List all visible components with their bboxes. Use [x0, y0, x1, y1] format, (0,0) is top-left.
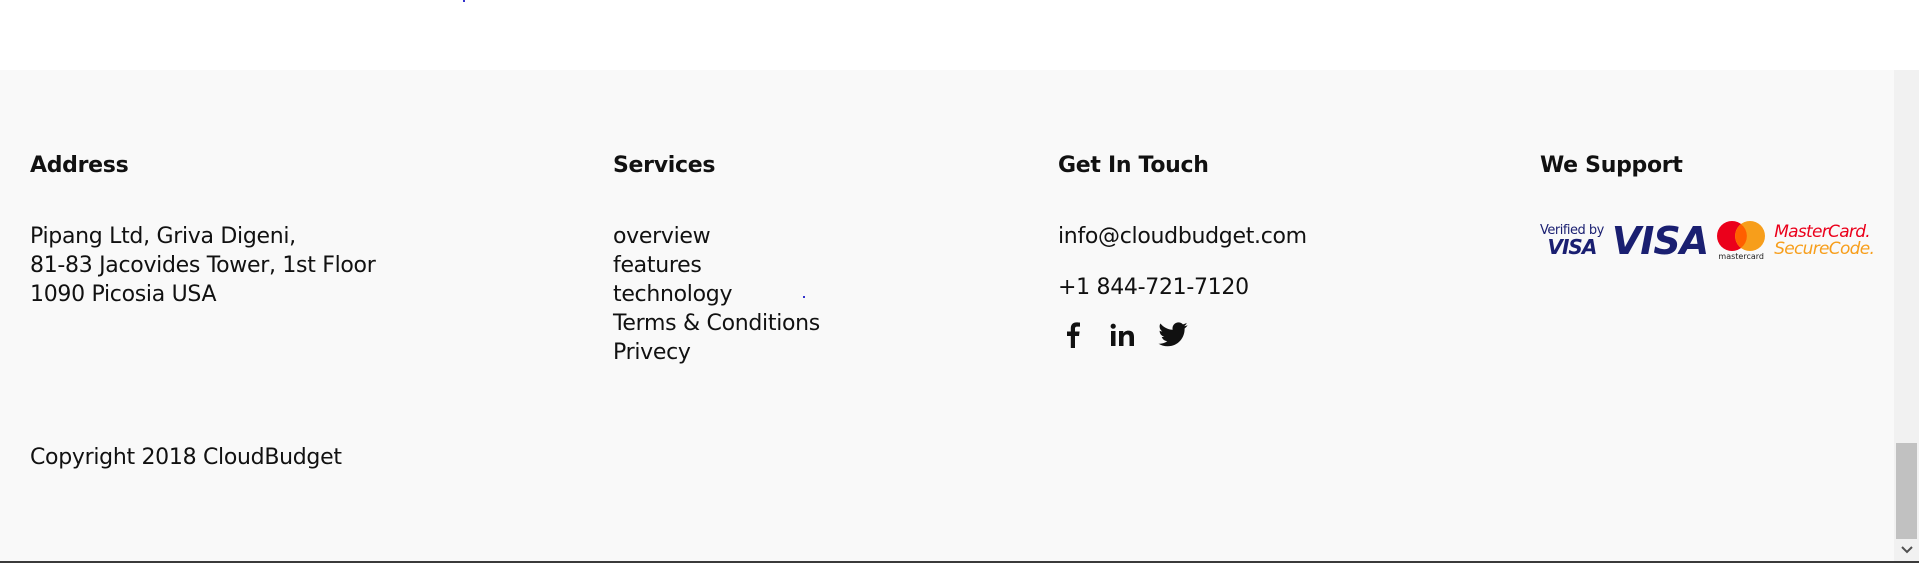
mastercard-circles-icon	[1717, 221, 1766, 251]
mastercard-logo: mastercard	[1716, 220, 1766, 261]
support-heading: We Support	[1540, 153, 1683, 178]
contact-heading: Get In Touch	[1058, 153, 1209, 178]
twitter-icon[interactable]	[1158, 320, 1188, 350]
contact-phone-link[interactable]: +1 844-721-7120	[1058, 273, 1307, 302]
services-link-terms[interactable]: Terms & Conditions	[613, 309, 820, 338]
address-lines: Pipang Ltd, Griva Digeni, 81-83 Jacovide…	[30, 222, 376, 309]
site-footer	[0, 70, 1894, 561]
page-scrollbar[interactable]	[1894, 70, 1919, 561]
mastercard-securecode-logo: MasterCard. SecureCode.	[1774, 221, 1875, 259]
verified-by-visa-logo: Verified by VISA	[1540, 223, 1604, 259]
services-heading: Services	[613, 153, 716, 178]
footer-services-column: Services overview features technology Te…	[613, 152, 820, 367]
address-line: 81-83 Jacovides Tower, 1st Floor	[30, 253, 376, 278]
address-line: Pipang Ltd, Griva Digeni,	[30, 224, 296, 249]
footer-contact-column: Get In Touch info@cloudbudget.com +1 844…	[1058, 152, 1307, 350]
copyright-text: Copyright 2018 CloudBudget	[30, 445, 342, 470]
page-top-area	[0, 0, 1919, 70]
stray-dot	[463, 0, 465, 2]
address-line: 1090 Picosia USA	[30, 282, 217, 307]
address-heading: Address	[30, 153, 129, 178]
facebook-icon[interactable]	[1058, 320, 1088, 350]
services-link-technology[interactable]: technology	[613, 280, 820, 309]
services-link-privacy[interactable]: Privecy	[613, 338, 820, 367]
footer-address-column: Address Pipang Ltd, Griva Digeni, 81-83 …	[30, 152, 376, 309]
payment-logos: Verified by VISA VISA mastercard MasterC…	[1540, 218, 1875, 263]
services-link-features[interactable]: features	[613, 251, 820, 280]
linkedin-icon[interactable]	[1108, 320, 1138, 350]
services-links: overview features technology Terms & Con…	[613, 222, 820, 367]
footer-support-column: We Support Verified by VISA VISA masterc…	[1540, 152, 1875, 263]
services-link-overview[interactable]: overview	[613, 222, 820, 251]
social-links	[1058, 320, 1307, 350]
scrollbar-thumb[interactable]	[1896, 443, 1917, 539]
scroll-down-arrow-icon[interactable]	[1894, 539, 1919, 561]
visa-logo: VISA	[1611, 218, 1709, 263]
contact-email-link[interactable]: info@cloudbudget.com	[1058, 222, 1307, 251]
